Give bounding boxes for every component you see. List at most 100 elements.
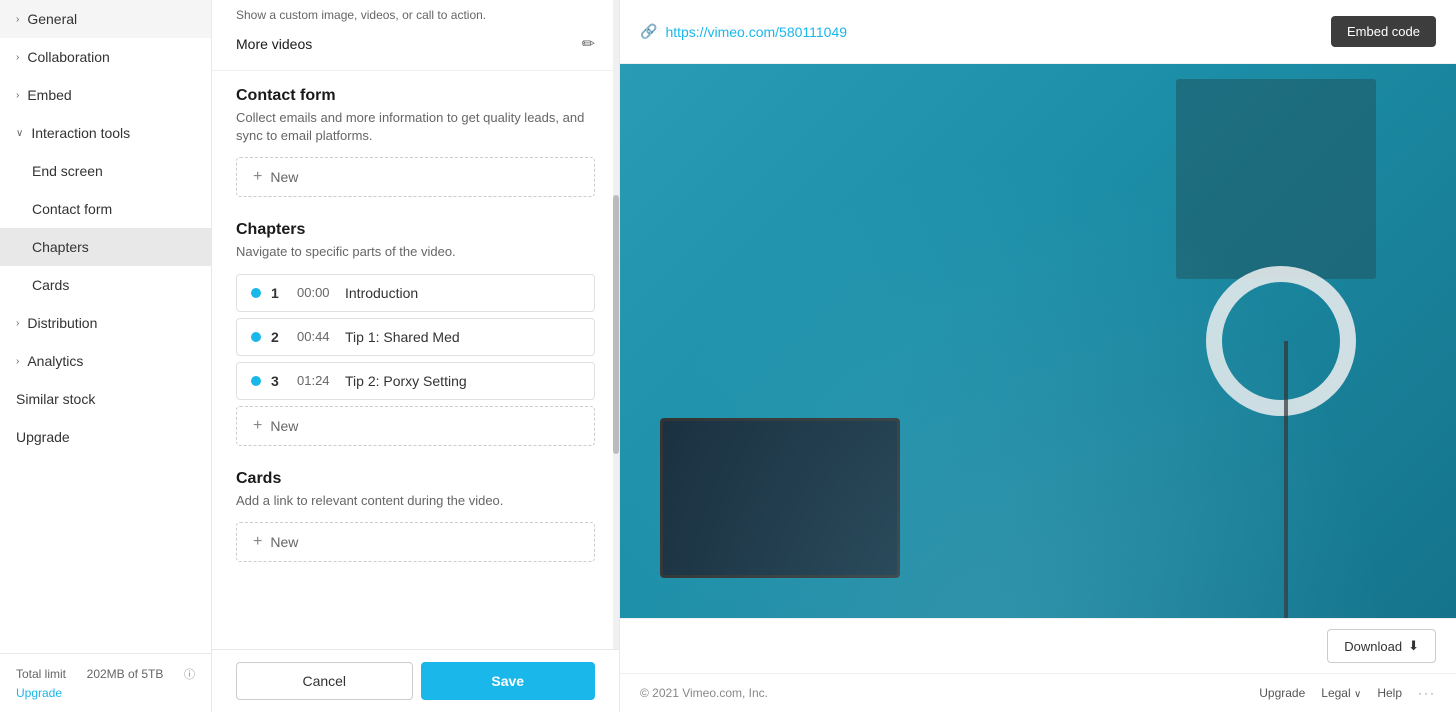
sidebar-item-analytics[interactable]: › Analytics (0, 342, 211, 380)
sidebar-item-general[interactable]: › General (0, 0, 211, 38)
plus-icon: + (253, 417, 262, 435)
chapter-num: 3 (271, 373, 287, 389)
chapter-dot (251, 332, 261, 342)
embed-code-button[interactable]: Embed code (1331, 16, 1436, 47)
end-screen-desc: Show a custom image, videos, or call to … (212, 0, 619, 26)
video-download-bar: Download ⬇ (620, 618, 1456, 673)
sidebar-item-label: Interaction tools (31, 125, 130, 141)
sidebar-item-label: Chapters (32, 239, 89, 255)
upgrade-footer-link[interactable]: Upgrade (1259, 686, 1305, 700)
sidebar-footer: Total limit 202MB of 5TB ⓘ Upgrade (0, 653, 211, 712)
chapter-name: Tip 1: Shared Med (345, 329, 460, 345)
chapters-add-btn[interactable]: + New (236, 406, 595, 446)
cards-add-btn[interactable]: + New (236, 522, 595, 562)
more-videos-label: More videos (236, 36, 312, 52)
chapter-name: Tip 2: Porxy Setting (345, 373, 467, 389)
sidebar-item-similar-stock[interactable]: Similar stock (0, 380, 211, 418)
middle-panel: Show a custom image, videos, or call to … (212, 0, 620, 712)
sidebar-item-embed[interactable]: › Embed (0, 76, 211, 114)
plus-icon: + (253, 533, 262, 551)
sidebar-item-label: Distribution (27, 315, 97, 331)
scrollbar-thumb (613, 195, 619, 455)
total-limit-usage: 202MB of 5TB (87, 667, 164, 681)
cards-add-label: New (270, 534, 298, 550)
sidebar-item-interaction-tools[interactable]: ∨ Interaction tools (0, 114, 211, 152)
video-url-text: https://vimeo.com/580111049 (665, 24, 847, 40)
footer-links: Upgrade Legal ∨ Help ··· (1259, 686, 1436, 700)
sidebar-item-cards[interactable]: Cards (0, 266, 211, 304)
more-videos-row: More videos ✏ (212, 26, 619, 71)
download-label: Download (1344, 639, 1402, 654)
middle-footer: Cancel Save (212, 649, 619, 712)
chapters-title: Chapters (236, 221, 595, 239)
chevron-right-icon: › (16, 52, 19, 63)
chevron-down-icon: ∨ (1354, 689, 1361, 700)
video-preview (620, 64, 1456, 618)
sidebar-item-label: Cards (32, 277, 69, 293)
total-limit-label: Total limit (16, 667, 66, 681)
chapter-name: Introduction (345, 285, 418, 301)
chapter-dot (251, 288, 261, 298)
contact-form-title: Contact form (236, 87, 595, 105)
video-url[interactable]: 🔗 https://vimeo.com/580111049 (640, 23, 847, 40)
cancel-button[interactable]: Cancel (236, 662, 413, 700)
sidebar-item-label: Embed (27, 87, 71, 103)
cards-title: Cards (236, 470, 595, 488)
sidebar: › General › Collaboration › Embed ∨ Inte… (0, 0, 212, 712)
edit-icon[interactable]: ✏ (582, 34, 595, 54)
chapter-time: 01:24 (297, 373, 335, 388)
chapters-desc: Navigate to specific parts of the video. (236, 243, 595, 261)
chevron-right-icon: › (16, 356, 19, 367)
link-icon: 🔗 (640, 23, 657, 40)
sidebar-item-label: Collaboration (27, 49, 110, 65)
contact-form-section: Contact form Collect emails and more inf… (212, 71, 619, 197)
help-footer-link[interactable]: Help (1377, 686, 1402, 700)
legal-footer-link[interactable]: Legal ∨ (1321, 686, 1361, 700)
chapter-num: 2 (271, 329, 287, 345)
chapter-item-3[interactable]: 3 01:24 Tip 2: Porxy Setting (236, 362, 595, 400)
sidebar-item-label: Contact form (32, 201, 112, 217)
plus-icon: + (253, 168, 262, 186)
chapter-time: 00:00 (297, 285, 335, 300)
contact-form-add-label: New (270, 169, 298, 185)
sidebar-item-label: Upgrade (16, 429, 70, 445)
chapter-time: 00:44 (297, 329, 335, 344)
chevron-right-icon: › (16, 90, 19, 101)
middle-scroll: Show a custom image, videos, or call to … (212, 0, 619, 590)
download-icon: ⬇ (1408, 638, 1419, 654)
chapter-item-1[interactable]: 1 00:00 Introduction (236, 274, 595, 312)
chapters-section: Chapters Navigate to specific parts of t… (212, 205, 619, 445)
sidebar-item-end-screen[interactable]: End screen (0, 152, 211, 190)
sidebar-item-chapters[interactable]: Chapters (0, 228, 211, 266)
cards-section: Cards Add a link to relevant content dur… (212, 454, 619, 562)
video-container (620, 64, 1456, 618)
video-person-overlay (620, 64, 1456, 618)
chevron-right-icon: › (16, 14, 19, 25)
right-footer: © 2021 Vimeo.com, Inc. Upgrade Legal ∨ H… (620, 673, 1456, 712)
scrollbar-track[interactable] (613, 0, 619, 649)
chevron-down-icon: ∨ (16, 128, 23, 139)
upgrade-link[interactable]: Upgrade (16, 686, 195, 700)
chevron-right-icon: › (16, 318, 19, 329)
right-panel: 🔗 https://vimeo.com/580111049 Embed code… (620, 0, 1456, 712)
chapters-add-label: New (270, 418, 298, 434)
sidebar-item-upgrade[interactable]: Upgrade (0, 418, 211, 456)
sidebar-item-label: Similar stock (16, 391, 95, 407)
sidebar-item-collaboration[interactable]: › Collaboration (0, 38, 211, 76)
more-options-icon[interactable]: ··· (1418, 686, 1436, 700)
info-icon: ⓘ (184, 666, 195, 682)
sidebar-item-label: General (27, 11, 77, 27)
save-button[interactable]: Save (421, 662, 596, 700)
contact-form-desc: Collect emails and more information to g… (236, 109, 595, 145)
sidebar-item-label: End screen (32, 163, 103, 179)
chapter-dot (251, 376, 261, 386)
sidebar-item-label: Analytics (27, 353, 83, 369)
download-button[interactable]: Download ⬇ (1327, 629, 1436, 663)
copyright-text: © 2021 Vimeo.com, Inc. (640, 686, 768, 700)
cards-desc: Add a link to relevant content during th… (236, 492, 595, 510)
contact-form-add-btn[interactable]: + New (236, 157, 595, 197)
sidebar-item-distribution[interactable]: › Distribution (0, 304, 211, 342)
video-toolbar: 🔗 https://vimeo.com/580111049 Embed code (620, 0, 1456, 64)
chapter-item-2[interactable]: 2 00:44 Tip 1: Shared Med (236, 318, 595, 356)
sidebar-item-contact-form[interactable]: Contact form (0, 190, 211, 228)
